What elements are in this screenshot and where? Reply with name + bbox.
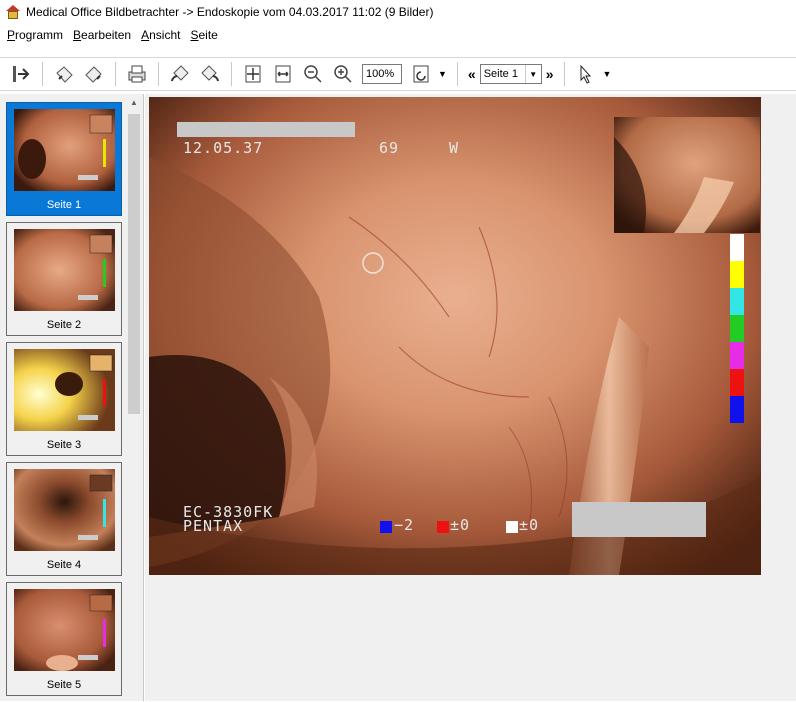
- chevron-down-icon: ▼: [524, 65, 541, 83]
- scroll-up-icon[interactable]: ▲: [126, 98, 142, 112]
- app-house-icon: [6, 5, 20, 19]
- title-bar: Medical Office Bildbetrachter -> Endosko…: [0, 0, 796, 24]
- toolbar-separator: [42, 62, 43, 86]
- thumbnail-label: Seite 5: [46, 679, 82, 691]
- print-icon: [128, 65, 146, 83]
- zoom-in-icon: [334, 65, 352, 83]
- colorbar-yellow: [730, 261, 744, 288]
- fit-width-button[interactable]: [270, 61, 296, 87]
- thumbnail-scrollbar[interactable]: ▲: [126, 94, 142, 701]
- pointer-dropdown-arrow-icon[interactable]: ▼: [603, 69, 612, 79]
- next-page-button[interactable]: »: [546, 66, 554, 82]
- thumbnail-page-3[interactable]: Seite 3: [6, 342, 122, 456]
- red-level-text: ±0: [450, 516, 471, 534]
- rotate-view-icon: [413, 65, 429, 83]
- zoom-out-icon: [304, 65, 322, 83]
- redacted-info-block: [572, 502, 706, 537]
- thumbnail-page-1[interactable]: Seite 1: [6, 102, 122, 216]
- thumbnail-page-4[interactable]: Seite 4: [6, 462, 122, 576]
- menu-seite[interactable]: Seite: [185, 28, 222, 42]
- rotate-right-page-button[interactable]: [81, 61, 107, 87]
- rotate-ccw-icon: [171, 65, 189, 82]
- patient-age-text: 69: [379, 139, 400, 157]
- window-title: Medical Office Bildbetrachter -> Endosko…: [26, 5, 434, 19]
- exam-date-text: 12.05.37: [183, 139, 264, 157]
- toolbar-separator: [115, 62, 116, 86]
- rotate-left-icon: [56, 66, 73, 83]
- menu-programm[interactable]: Programm: [2, 28, 68, 42]
- white-level-text: ±0: [519, 516, 540, 534]
- exit-button[interactable]: [8, 61, 34, 87]
- thumbnail-image: [14, 229, 115, 311]
- toolbar-separator: [456, 62, 458, 86]
- image-viewer: 12.05.37 69 W EC-3830FK PENTAX −2 ±0 ±0: [145, 94, 796, 701]
- thumbnail-image: [14, 349, 115, 431]
- rotate-ccw-button[interactable]: [167, 61, 193, 87]
- thumbnail-label: Seite 3: [46, 439, 82, 451]
- redacted-patient-name: [177, 122, 355, 137]
- colorbar-magenta: [730, 342, 744, 369]
- thumbnail-image: [14, 589, 115, 671]
- page-select[interactable]: Seite 1 ▼: [479, 64, 542, 84]
- colorbar-white: [730, 234, 744, 261]
- fit-page-button[interactable]: [240, 61, 266, 87]
- fit-page-icon: [245, 65, 261, 83]
- thumbnail-label: Seite 2: [46, 319, 82, 331]
- previous-page-button[interactable]: «: [468, 66, 476, 82]
- menu-bearbeiten[interactable]: Bearbeiten: [68, 28, 136, 42]
- menu-ansicht[interactable]: Ansicht: [136, 28, 185, 42]
- thumbnail-label: Seite 1: [46, 199, 82, 211]
- scrollbar-thumb[interactable]: [128, 114, 140, 414]
- zoom-input[interactable]: 100%: [362, 64, 402, 84]
- blue-indicator-icon: [380, 521, 392, 533]
- thumbnail-image: [14, 469, 115, 551]
- rotate-cw-icon: [201, 65, 219, 82]
- scope-maker-text: PENTAX: [183, 517, 244, 535]
- pointer-icon: [580, 64, 591, 84]
- thumbnail-page-5[interactable]: Seite 5: [6, 582, 122, 696]
- toolbar-separator: [231, 62, 232, 86]
- rotate-left-page-button[interactable]: [51, 61, 77, 87]
- page-select-value: Seite 1: [483, 68, 518, 80]
- zoom-out-button[interactable]: [300, 61, 326, 87]
- toolbar-separator: [158, 62, 159, 86]
- fit-width-icon: [275, 65, 291, 83]
- pip-image: [614, 117, 760, 233]
- endoscopy-image[interactable]: 12.05.37 69 W EC-3830FK PENTAX −2 ±0 ±0: [149, 97, 761, 575]
- white-indicator-icon: [506, 521, 518, 533]
- colorbar-blue: [730, 396, 744, 423]
- zoom-in-button[interactable]: [330, 61, 356, 87]
- red-indicator-icon: [437, 521, 449, 533]
- thumbnail-list: Seite 1 Seite 2 Seite 3 Seite 4 Seite 5: [6, 102, 123, 702]
- menu-bar: Programm Bearbeiten Ansicht Seite: [0, 24, 796, 46]
- print-button[interactable]: [124, 61, 150, 87]
- pointer-tool-button[interactable]: [573, 61, 599, 87]
- patient-sex-text: W: [449, 139, 460, 157]
- blue-level-text: −2: [394, 516, 415, 534]
- colorbar-cyan: [730, 288, 744, 315]
- picture-in-picture: [614, 117, 760, 233]
- thumbnail-page-2[interactable]: Seite 2: [6, 222, 122, 336]
- thumbnail-label: Seite 4: [46, 559, 82, 571]
- color-calibration-bar: [730, 234, 744, 423]
- exit-icon: [13, 66, 30, 82]
- thumbnail-panel: Seite 1 Seite 2 Seite 3 Seite 4 Seite 5 …: [0, 94, 144, 701]
- rotate-view-button[interactable]: [408, 61, 434, 87]
- toolbar: 100% ▼ « Seite 1 ▼ » ▼: [0, 57, 796, 91]
- thumbnail-image: [14, 109, 115, 191]
- colorbar-green: [730, 315, 744, 342]
- colorbar-red: [730, 369, 744, 396]
- toolbar-separator: [563, 62, 565, 86]
- rotate-cw-button[interactable]: [197, 61, 223, 87]
- rotate-dropdown-arrow-icon[interactable]: ▼: [438, 69, 447, 79]
- rotate-right-icon: [85, 66, 102, 83]
